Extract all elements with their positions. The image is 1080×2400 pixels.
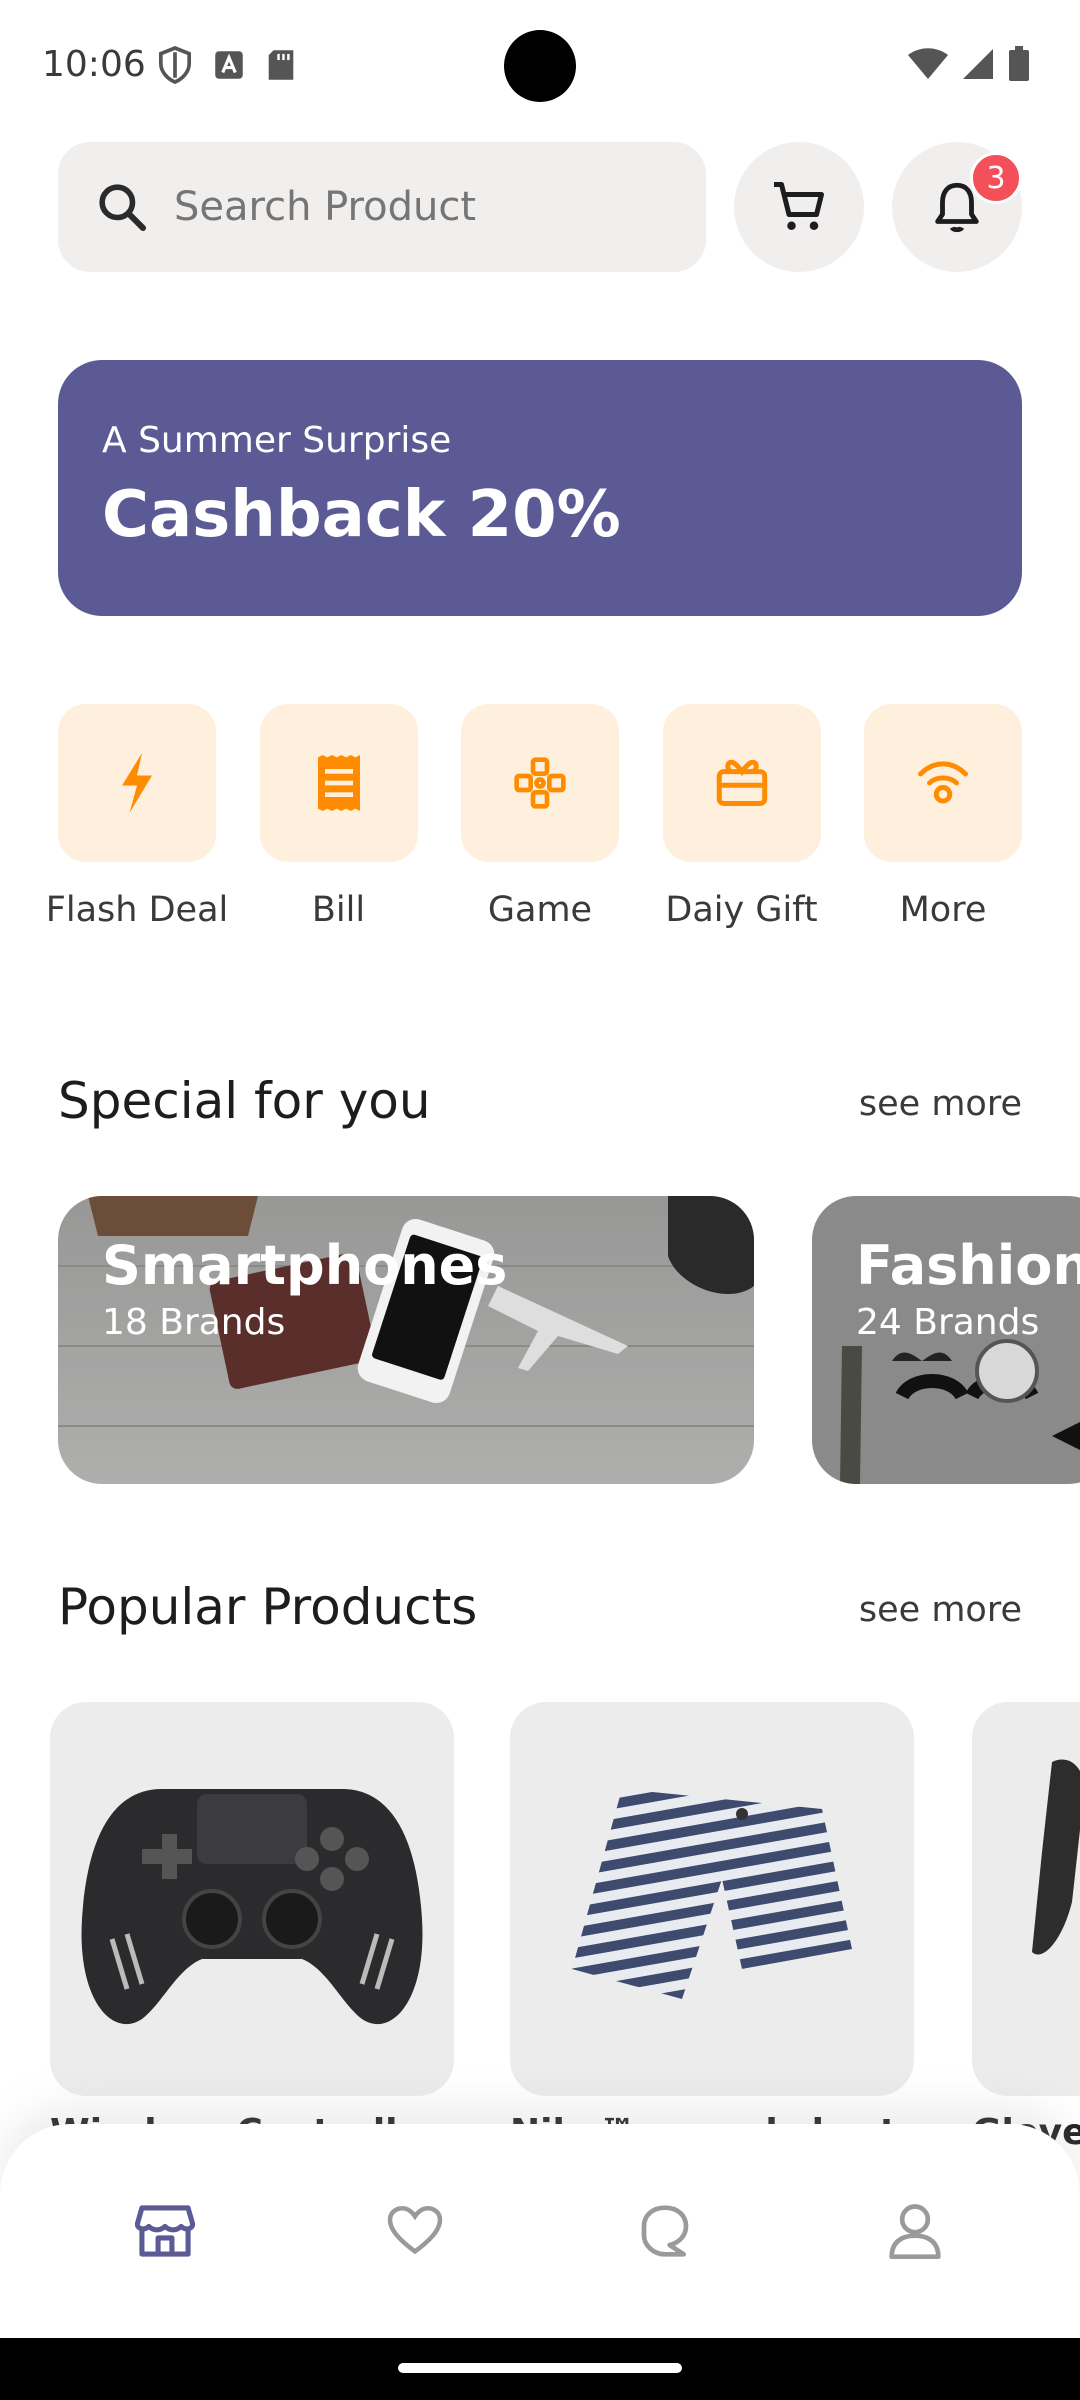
category-tile[interactable] — [662, 704, 821, 862]
category-label: Daiy Gift — [665, 890, 818, 930]
category-tile[interactable] — [461, 704, 619, 862]
category-label: More — [899, 890, 987, 930]
product-card[interactable]: Wireless Controller for PS4™ — [50, 1702, 454, 2153]
game-icon — [514, 757, 566, 809]
heart-icon — [387, 2206, 443, 2255]
sd-card-icon — [268, 50, 294, 80]
status-notification-icons — [158, 46, 296, 84]
profile-icon — [889, 2204, 941, 2259]
category-label: Flash Deal — [45, 890, 229, 930]
category-tile[interactable] — [864, 704, 1022, 862]
category-label: Game — [487, 890, 593, 930]
category-more[interactable]: More — [864, 704, 1022, 936]
notification-badge: 3 — [970, 152, 1022, 204]
special-card-subtitle: 18 Brands — [102, 1302, 286, 1343]
special-card-title: Fashion — [856, 1234, 1080, 1297]
category-tile[interactable] — [259, 704, 418, 862]
shorts-image — [572, 1789, 852, 1999]
search-input[interactable] — [174, 184, 654, 230]
home-screen: 10:06 3 A Summer Surprise Cashback 20% — [0, 0, 1080, 2400]
notifications-button[interactable]: 3 — [892, 142, 1022, 272]
search-bar[interactable] — [58, 142, 706, 272]
special-see-more-link[interactable]: see more — [859, 1084, 1022, 1124]
popular-section-title: Popular Products — [58, 1578, 478, 1636]
category-bill[interactable]: Bill — [259, 704, 418, 936]
product-image-controller — [50, 1702, 454, 2096]
chat-icon — [641, 2205, 689, 2257]
shield-icon — [158, 46, 192, 84]
popular-see-more-link[interactable]: see more — [859, 1590, 1022, 1630]
cellular-signal-icon — [963, 49, 993, 79]
banner-subtitle: A Summer Surprise — [102, 420, 452, 461]
bottom-navigation — [0, 2124, 1080, 2338]
category-tile[interactable] — [58, 704, 216, 862]
bill-icon — [317, 755, 360, 811]
category-row: Flash Deal Bill Game Daiy Gift More — [46, 704, 1022, 936]
special-card-smartphones[interactable]: Smartphones 18 Brands — [58, 1196, 754, 1484]
gift-icon — [716, 759, 767, 806]
category-label: Bill — [311, 890, 366, 930]
game-controller-image — [81, 1789, 423, 2025]
special-section-title: Special for you — [58, 1072, 431, 1130]
special-card-subtitle: 24 Brands — [856, 1302, 1040, 1343]
category-game[interactable]: Game — [461, 704, 619, 936]
status-time: 10:06 — [42, 44, 146, 85]
battery-icon — [1009, 46, 1029, 81]
nav-shop[interactable] — [105, 2171, 225, 2291]
cart-button[interactable] — [734, 142, 864, 272]
nav-favorites[interactable] — [355, 2171, 475, 2291]
gesture-handle[interactable] — [398, 2363, 682, 2373]
banner-title: Cashback 20% — [102, 478, 621, 552]
more-icon — [918, 761, 968, 804]
special-card-title: Smartphones — [102, 1234, 508, 1297]
nav-chat[interactable] — [605, 2171, 725, 2291]
search-icon — [99, 184, 147, 232]
text-a-icon — [215, 51, 243, 79]
category-flash-deal[interactable]: Flash Deal — [46, 704, 228, 936]
flash-icon — [122, 753, 152, 813]
product-card[interactable]: Nike™ casual shorts - Stripes — [510, 1702, 914, 2153]
category-daily-gift[interactable]: Daiy Gift — [662, 704, 821, 936]
gloves-image — [1032, 1759, 1080, 1955]
nav-profile[interactable] — [855, 2171, 975, 2291]
cart-icon — [774, 182, 824, 230]
promo-banner[interactable]: A Summer Surprise Cashback 20% — [58, 360, 1022, 616]
shop-icon — [135, 2205, 195, 2257]
product-image-gloves — [972, 1702, 1080, 2096]
status-system-icons — [908, 46, 1030, 82]
status-bar: 10:06 — [0, 0, 1080, 130]
product-card[interactable]: Gloves — [972, 1702, 1080, 2153]
camera-cutout — [504, 30, 576, 102]
wifi-icon — [908, 48, 948, 79]
special-card-fashion[interactable]: Fashion 24 Brands — [812, 1196, 1080, 1484]
product-image-shorts — [510, 1702, 914, 2096]
